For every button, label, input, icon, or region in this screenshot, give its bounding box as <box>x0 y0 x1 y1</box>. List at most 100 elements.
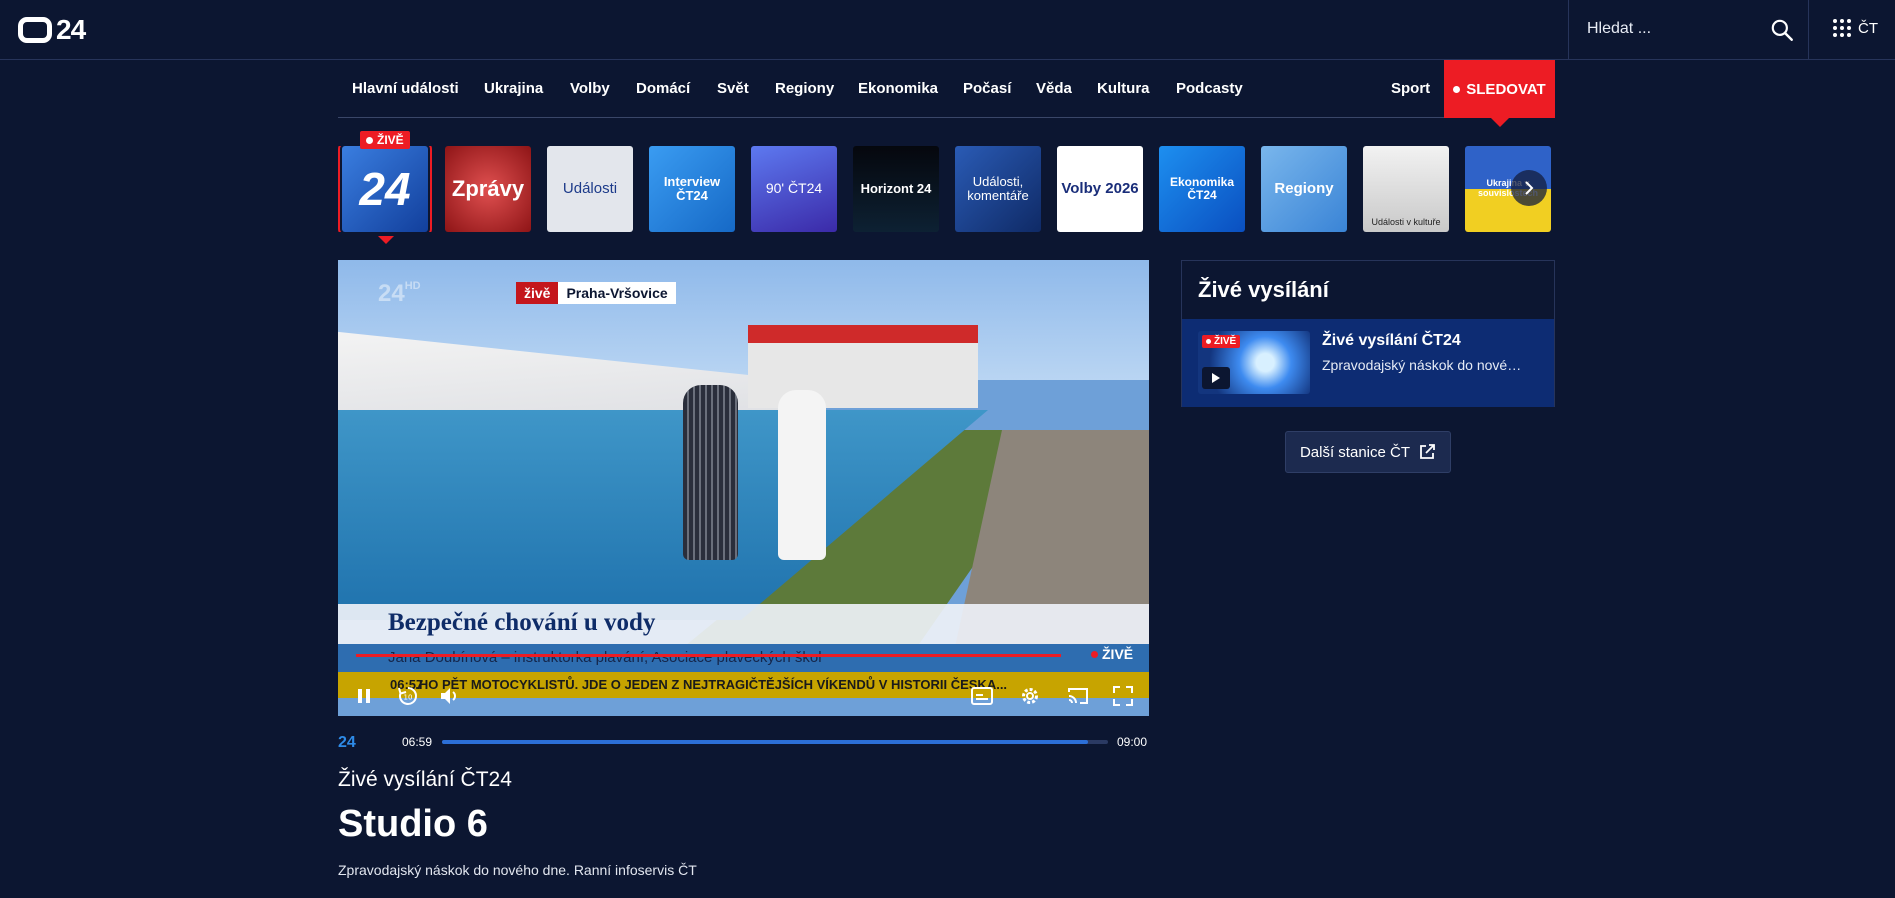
lower-third: Bezpečné chování u vody <box>338 604 1149 644</box>
video-watermark: 24HD <box>378 280 421 307</box>
strip-next-button[interactable] <box>1511 170 1547 206</box>
live-badge-label: ŽIVĚ <box>377 133 404 147</box>
apps-menu-button[interactable]: ČT <box>1832 18 1878 38</box>
live-badge-label: ŽIVĚ <box>1214 336 1237 347</box>
fullscreen-icon <box>1113 686 1133 706</box>
channel-label: 90' ČT24 <box>765 180 823 197</box>
nav-item-veda[interactable]: Věda <box>1036 80 1072 97</box>
caption: Jana Doubínová – instruktorka plavání, A… <box>388 649 822 666</box>
live-indicator[interactable]: ŽIVĚ <box>1091 646 1133 662</box>
follow-live-button[interactable]: SLEDOVAT <box>1444 60 1555 127</box>
video-player[interactable]: 24HD živě Praha-Vršovice Bezpečné chován… <box>338 260 1149 716</box>
channel-kultura[interactable]: Události v kultuře <box>1363 146 1449 232</box>
live-thumbnail[interactable]: ŽIVĚ <box>1198 331 1310 394</box>
channel-udalosti[interactable]: Události <box>547 146 633 232</box>
nav-item-domaci[interactable]: Domácí <box>636 80 690 97</box>
headline: Bezpečné chování u vody <box>388 609 656 636</box>
program-subtitle: Živé vysílání ČT24 <box>338 768 512 791</box>
external-link-icon <box>1420 444 1435 459</box>
play-button[interactable] <box>1202 367 1230 389</box>
volume-button[interactable] <box>438 684 462 708</box>
cast-button[interactable] <box>1066 684 1090 708</box>
channel-label: Ekonomika ČT24 <box>1169 174 1235 202</box>
live-card-description: Zpravodajský náskok do nové… <box>1322 357 1522 373</box>
channel-label: Události <box>562 179 618 197</box>
nav-item-volby[interactable]: Volby <box>570 80 610 97</box>
nav-item-sport[interactable]: Sport <box>1391 80 1430 97</box>
channel-label: Horizont 24 <box>860 180 932 196</box>
grid-icon <box>1833 19 1851 37</box>
channel-label: Interview ČT24 <box>663 173 721 203</box>
channel-label: Události v kultuře <box>1371 217 1441 228</box>
search-box <box>1568 0 1809 60</box>
subtitles-icon <box>971 687 993 705</box>
channel-strip: 24 Zprávy Události Interview ČT24 90' ČT… <box>338 146 1555 232</box>
channel-label: 24 <box>359 162 411 215</box>
settings-button[interactable] <box>1018 684 1042 708</box>
video-scene <box>778 390 826 560</box>
live-dot-icon <box>1091 650 1098 658</box>
video-scene <box>683 385 738 560</box>
nav-item-regiony[interactable]: Regiony <box>775 80 834 97</box>
active-channel-indicator <box>378 236 394 244</box>
other-stations-label: Další stanice ČT <box>1299 443 1411 461</box>
nav-item-podcasty[interactable]: Podcasty <box>1176 80 1243 97</box>
program-progress-track <box>442 740 1108 744</box>
live-indicator-label: ŽIVĚ <box>1102 646 1134 662</box>
channel-ekonomika[interactable]: Ekonomika ČT24 <box>1159 146 1245 232</box>
channel-label: Zprávy <box>451 175 525 201</box>
nav-item-ukrajina[interactable]: Ukrajina <box>484 80 543 97</box>
live-dot-icon <box>366 136 373 144</box>
logo-text: 24 <box>56 14 86 45</box>
svg-text:10: 10 <box>404 694 413 702</box>
cast-icon <box>1068 688 1088 704</box>
channel-udalosti-komentare[interactable]: Události, komentáře <box>955 146 1041 232</box>
program-progress-fill <box>442 740 1089 744</box>
nav-item-pocasi[interactable]: Počasí <box>963 80 1011 97</box>
video-scene <box>748 325 978 343</box>
location-live: živě <box>516 282 559 304</box>
fullscreen-button[interactable] <box>1111 684 1135 708</box>
search-icon[interactable] <box>1769 17 1795 43</box>
channel-mini-logo: 24 <box>338 734 356 751</box>
main-nav: Hlavní události Ukrajina Volby Domácí Sv… <box>338 60 1555 127</box>
play-icon <box>1212 373 1220 383</box>
seek-bar[interactable] <box>356 654 1061 657</box>
ct24-logo[interactable]: 24 <box>18 14 86 46</box>
pause-button[interactable] <box>352 684 376 708</box>
program-progress: 24 06:59 09:00 <box>338 731 1149 753</box>
program-title: Studio 6 <box>338 803 488 845</box>
apps-label: ČT <box>1858 19 1878 37</box>
player-controls: 10 <box>338 676 1149 716</box>
nav-item-kultura[interactable]: Kultura <box>1097 80 1150 97</box>
channel-90[interactable]: 90' ČT24 <box>751 146 837 232</box>
live-badge: ŽIVĚ <box>360 131 410 149</box>
panel-heading: Živé vysílání <box>1198 277 1329 302</box>
program-end-time: 09:00 <box>1117 735 1148 749</box>
live-broadcast-panel: Živé vysílání ŽIVĚ Živé vysílání ČT24 Zp… <box>1181 260 1555 407</box>
nav-item-hlavni-udalosti[interactable]: Hlavní události <box>352 80 459 97</box>
live-broadcast-card[interactable]: ŽIVĚ Živé vysílání ČT24 Zpravodajský nás… <box>1182 319 1554 407</box>
location-tag: živě Praha-Vršovice <box>516 282 676 304</box>
program-start-time: 06:59 <box>402 735 433 749</box>
channel-zpravy[interactable]: Zprávy <box>445 146 531 232</box>
top-bar: 24 ČT <box>0 0 1895 60</box>
channel-interview[interactable]: Interview ČT24 <box>649 146 735 232</box>
ct-logo-icon <box>18 17 52 43</box>
channel-volby[interactable]: Volby 2026 <box>1057 146 1143 232</box>
channel-ct24[interactable]: 24 <box>338 146 432 232</box>
channel-label: Volby 2026 <box>1061 179 1139 197</box>
channel-horizont[interactable]: Horizont 24 <box>853 146 939 232</box>
channel-label: Události, komentáře <box>967 173 1029 203</box>
pause-icon <box>358 689 370 703</box>
subtitles-button[interactable] <box>970 684 994 708</box>
live-badge: ŽIVĚ <box>1202 335 1241 348</box>
channel-regiony[interactable]: Regiony <box>1261 146 1347 232</box>
volume-icon <box>441 688 456 704</box>
rewind-10-button[interactable]: 10 <box>396 684 420 708</box>
nav-item-svet[interactable]: Svět <box>717 80 749 97</box>
search-input[interactable] <box>1587 17 1757 41</box>
other-stations-button[interactable]: Další stanice ČT <box>1285 431 1451 473</box>
follow-label: SLEDOVAT <box>1466 80 1546 98</box>
nav-item-ekonomika[interactable]: Ekonomika <box>858 80 938 97</box>
